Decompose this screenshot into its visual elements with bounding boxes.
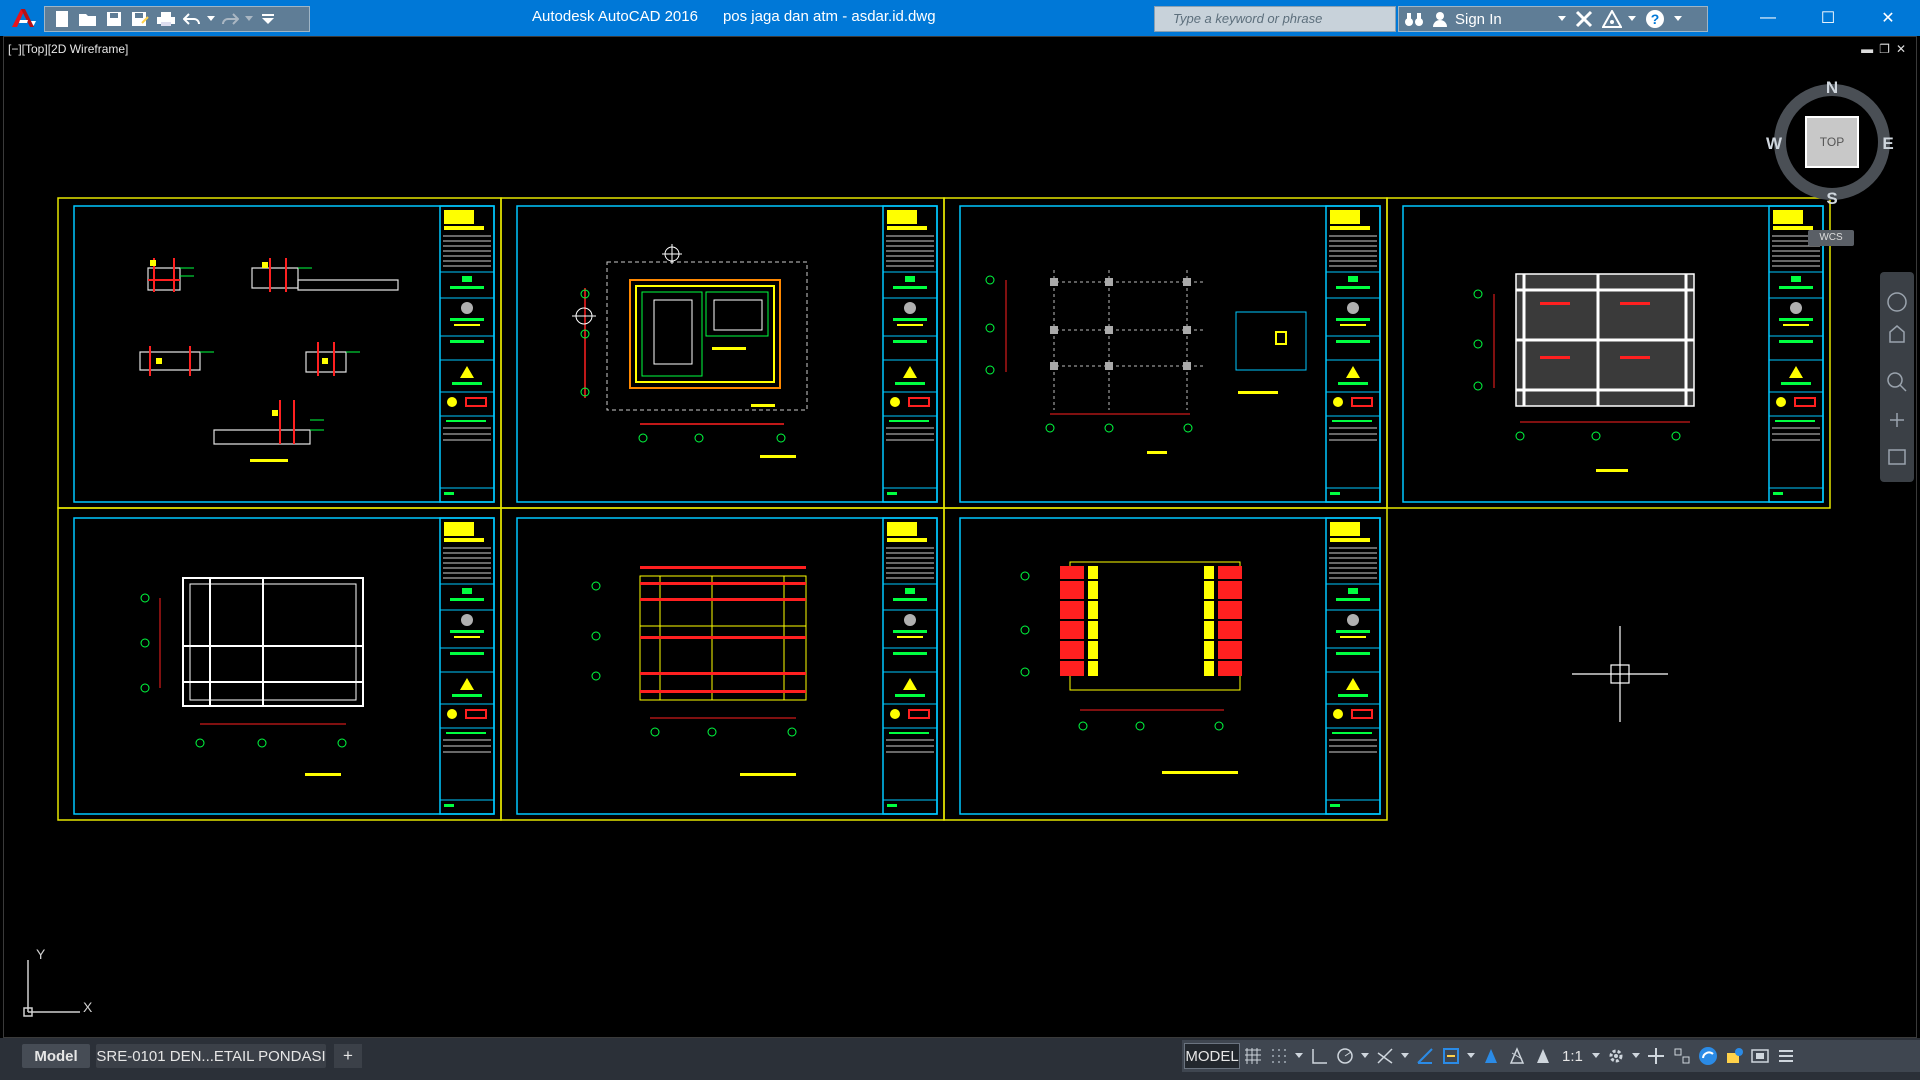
tab-layout-sre-0101[interactable]: SRE-0101 DEN...ETAIL PONDASI xyxy=(96,1044,326,1068)
sheet-1-foundation-details xyxy=(139,258,399,462)
status-bar: MODEL 1:1 xyxy=(1182,1040,1920,1072)
clean-screen-icon[interactable] xyxy=(1747,1043,1773,1069)
orbit-icon xyxy=(1890,413,1904,427)
polar-dropdown-icon[interactable] xyxy=(1358,1043,1372,1069)
customization-menu-icon[interactable] xyxy=(1773,1043,1799,1069)
workspace-gear-icon[interactable] xyxy=(1603,1043,1629,1069)
snap-icon[interactable] xyxy=(1266,1043,1292,1069)
workspace-dropdown-icon[interactable] xyxy=(1629,1043,1643,1069)
annotation-visibility-icon[interactable] xyxy=(1478,1043,1504,1069)
sheet-7-vertical-reinforcement xyxy=(1020,561,1244,774)
auto-scale-icon[interactable] xyxy=(1504,1043,1530,1069)
scale-dropdown-icon[interactable] xyxy=(1589,1043,1603,1069)
ucs-y-label: Y xyxy=(36,946,46,962)
pan-icon xyxy=(1889,325,1905,343)
add-layout-button[interactable]: + xyxy=(334,1044,362,1068)
sheet-6-horizontal-reinforcement xyxy=(591,566,807,776)
wcs-menu[interactable]: WCS xyxy=(1808,230,1854,246)
navigation-bar xyxy=(1880,272,1914,482)
compass-north: N xyxy=(1826,78,1838,97)
object-snap-icon[interactable] xyxy=(1438,1043,1464,1069)
snap-dropdown-icon[interactable] xyxy=(1292,1043,1306,1069)
hardware-acceleration-icon[interactable] xyxy=(1695,1043,1721,1069)
ucs-x-label: X xyxy=(83,999,93,1015)
annotation-monitor-icon[interactable] xyxy=(1643,1043,1669,1069)
object-snap-dropdown-icon[interactable] xyxy=(1464,1043,1478,1069)
model-space-button[interactable]: MODEL xyxy=(1184,1043,1240,1069)
sheet-5-beam-plan xyxy=(140,577,364,776)
sheet-3-column-plan xyxy=(985,270,1307,454)
isometric-dropdown-icon[interactable] xyxy=(1398,1043,1412,1069)
steering-wheel-icon xyxy=(1887,292,1907,312)
compass-west: W xyxy=(1766,134,1783,153)
compass-south: S xyxy=(1826,189,1837,208)
polar-tracking-icon[interactable] xyxy=(1332,1043,1358,1069)
showmotion-icon xyxy=(1888,449,1906,465)
viewcube[interactable]: TOP N S E W xyxy=(1766,78,1894,208)
sheet-4-slab-plan xyxy=(1473,273,1695,472)
viewcube-top: TOP xyxy=(1820,135,1844,149)
ucs-icon xyxy=(23,960,80,1017)
object-snap-tracking-icon[interactable] xyxy=(1412,1043,1438,1069)
tab-model[interactable]: Model xyxy=(22,1044,90,1068)
crosshair-cursor xyxy=(1572,626,1668,722)
units-icon[interactable] xyxy=(1669,1043,1695,1069)
zoom-icon xyxy=(1887,372,1903,388)
compass-east: E xyxy=(1882,134,1893,153)
annotation-scale-value[interactable]: 1:1 xyxy=(1556,1048,1589,1065)
annotation-scale-icon[interactable] xyxy=(1530,1043,1556,1069)
drawing-sheets: Y X TOP N S E W xyxy=(23,78,1894,1017)
grid-icon[interactable] xyxy=(1240,1043,1266,1069)
ortho-icon[interactable] xyxy=(1306,1043,1332,1069)
isolate-objects-icon[interactable] xyxy=(1721,1043,1747,1069)
sheet-2-site-plan xyxy=(572,244,808,458)
isometric-drafting-icon[interactable] xyxy=(1372,1043,1398,1069)
